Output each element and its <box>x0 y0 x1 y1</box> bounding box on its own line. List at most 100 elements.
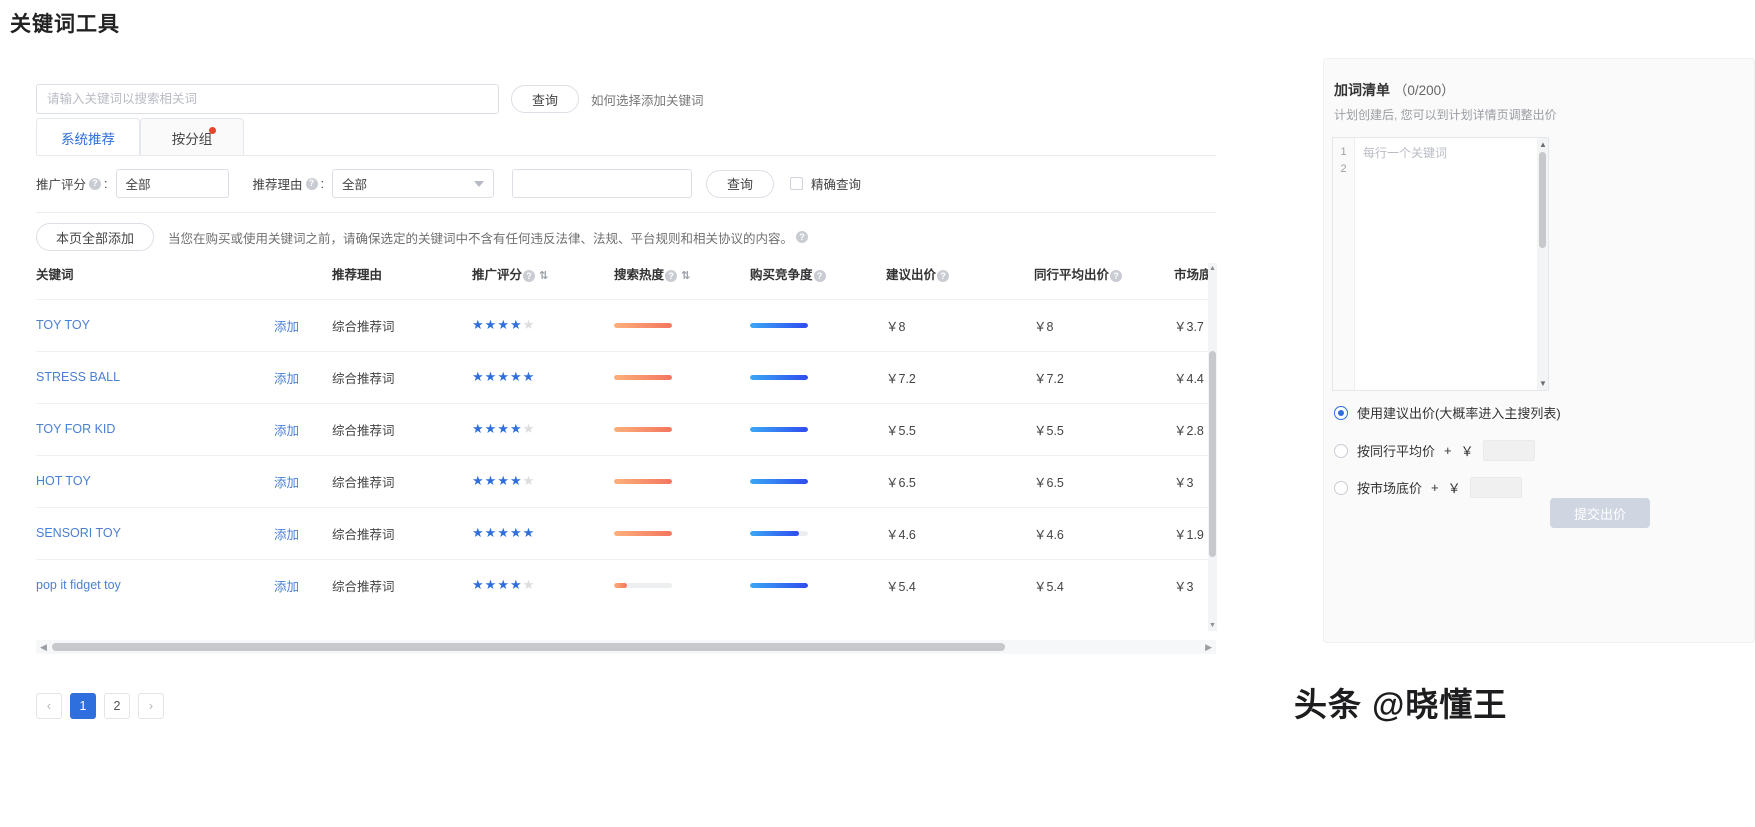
keyword-editor[interactable]: 1 2 每行一个关键词 ▲ ▼ <box>1332 137 1549 391</box>
bid-option-market-floor[interactable]: 按市场底价 + ￥ <box>1334 477 1522 498</box>
submit-bid-button[interactable]: 提交出价 <box>1550 498 1650 528</box>
exact-query-checkbox[interactable] <box>790 177 803 190</box>
market-floor-value: ￥3 <box>1174 579 1194 594</box>
reason-text: 综合推荐词 <box>332 371 395 386</box>
how-to-choose-hint[interactable]: 如何选择添加关键词 <box>591 90 704 109</box>
cell-add[interactable]: 添加 <box>274 506 332 559</box>
cell-add[interactable]: 添加 <box>274 402 332 455</box>
line-number: 1 <box>1340 146 1347 158</box>
star-icon: ★ <box>484 369 498 384</box>
scroll-up-icon[interactable]: ▲ <box>1539 140 1547 149</box>
page-button-2[interactable]: 2 <box>104 693 130 719</box>
cell-add[interactable]: 添加 <box>274 298 332 351</box>
plus-sign: + <box>1431 480 1439 495</box>
help-icon[interactable]: ? <box>796 231 809 243</box>
keyword-link[interactable]: TOY FOR KID <box>36 422 115 436</box>
help-icon[interactable]: ? <box>1110 270 1123 282</box>
keyword-link[interactable]: TOY TOY <box>36 318 90 332</box>
keyword-link[interactable]: pop it fidget toy <box>36 578 121 592</box>
tab-system-recommend[interactable]: 系统推荐 <box>36 118 140 156</box>
cell-add[interactable]: 添加 <box>274 454 332 507</box>
page-button-1[interactable]: 1 <box>70 693 96 719</box>
line-number-gutter: 1 2 <box>1333 138 1355 390</box>
scroll-left-icon[interactable]: ◀ <box>40 642 47 653</box>
star-icon: ★ <box>497 473 510 488</box>
scrollbar-thumb[interactable] <box>1209 351 1216 557</box>
search-input[interactable] <box>36 84 499 114</box>
add-keyword-link[interactable]: 添加 <box>274 528 299 542</box>
keyword-link[interactable]: STRESS BALL <box>36 370 120 384</box>
col-header-keyword: 关键词 <box>36 263 274 299</box>
col-header-competition: 购买竞争度? <box>750 263 886 299</box>
help-icon[interactable]: ? <box>523 270 536 282</box>
cell-add[interactable]: 添加 <box>274 558 332 611</box>
col-header-suggested-bid-label: 建议出价 <box>886 267 937 282</box>
bid-option-suggested-label: 使用建议出价(大概率进入主搜列表) <box>1357 406 1561 421</box>
help-icon[interactable]: ? <box>665 270 678 282</box>
add-list-subtitle: 计划创建后, 您可以到计划详情页调整出价 <box>1334 108 1557 122</box>
add-all-on-page-button[interactable]: 本页全部添加 <box>36 223 154 251</box>
table-row: pop it fidget toy 添加 综合推荐词 ★★★★★ ￥5.4 ￥5.4 ￥3 <box>36 558 1216 611</box>
keyword-editor-body[interactable]: 每行一个关键词 ▲ ▼ <box>1355 138 1548 390</box>
suggested-bid-value: ￥8 <box>886 319 906 334</box>
reason-select[interactable]: 全部 <box>332 169 494 198</box>
cell-suggested-bid: ￥4.6 <box>886 506 1034 559</box>
cell-add[interactable]: 添加 <box>274 350 332 403</box>
add-keyword-link[interactable]: 添加 <box>274 476 299 490</box>
col-header-heat[interactable]: 搜索热度? ⇅ <box>614 263 750 299</box>
search-heat-bar <box>614 582 672 588</box>
keyword-link[interactable]: SENSORI TOY <box>36 526 121 540</box>
cell-keyword: STRESS BALL <box>36 350 274 403</box>
bid-option-suggested[interactable]: 使用建议出价(大概率进入主搜列表) <box>1334 403 1561 422</box>
sort-icon[interactable]: ⇅ <box>539 269 548 282</box>
help-icon[interactable]: ? <box>813 270 826 282</box>
col-header-score[interactable]: 推广评分? ⇅ <box>472 263 614 299</box>
radio-icon[interactable] <box>1334 405 1348 420</box>
add-keyword-link[interactable]: 添加 <box>274 424 299 438</box>
scrollbar-thumb[interactable] <box>1539 152 1546 248</box>
market-floor-offset-input[interactable] <box>1469 477 1522 498</box>
page-prev-button[interactable]: ‹ <box>36 693 62 719</box>
scroll-down-icon[interactable]: ▼ <box>1209 622 1216 629</box>
filter-query-button[interactable]: 查询 <box>706 169 774 198</box>
table-vertical-scrollbar[interactable]: ▲ ▼ <box>1208 263 1217 631</box>
keyword-filter-input[interactable] <box>512 169 692 198</box>
page-next-button[interactable]: › <box>138 693 164 719</box>
search-row: 查询 如何选择添加关键词 <box>36 84 704 114</box>
scroll-right-icon[interactable]: ▶ <box>1205 642 1212 653</box>
col-header-score-label: 推广评分 <box>472 267 523 282</box>
reason-text: 综合推荐词 <box>332 319 395 334</box>
help-icon[interactable]: ? <box>937 270 950 282</box>
scroll-down-icon[interactable]: ▼ <box>1539 379 1547 388</box>
add-keyword-link[interactable]: 添加 <box>274 320 299 334</box>
tab-by-group[interactable]: 按分组 <box>140 118 244 156</box>
table-horizontal-scrollbar[interactable]: ◀ ▶ <box>36 640 1216 654</box>
add-keyword-link[interactable]: 添加 <box>274 580 299 594</box>
col-header-reason-label: 推荐理由 <box>332 267 383 282</box>
search-query-button[interactable]: 查询 <box>511 85 579 113</box>
radio-icon[interactable] <box>1334 443 1348 458</box>
cell-suggested-bid: ￥6.5 <box>886 454 1034 507</box>
help-icon[interactable]: ? <box>305 177 318 190</box>
exact-query-label: 精确查询 <box>811 178 862 192</box>
promotion-score-select[interactable]: 全部 <box>115 169 229 198</box>
radio-icon[interactable] <box>1334 480 1348 495</box>
scrollbar-thumb[interactable] <box>52 643 1005 651</box>
table-row: TOY FOR KID 添加 综合推荐词 ★★★★★ ￥5.5 ￥5.5 ￥2.8 <box>36 402 1216 455</box>
bid-option-peer-average[interactable]: 按同行平均价 + ￥ <box>1334 440 1535 461</box>
score-stars: ★★★★★ <box>472 473 535 488</box>
cell-keyword: HOT TOY <box>36 454 274 507</box>
bid-option-market-floor-label: 按市场底价 <box>1357 481 1423 496</box>
keyword-link[interactable]: HOT TOY <box>36 474 91 488</box>
market-floor-value: ￥1.9 <box>1174 527 1204 542</box>
peer-average-offset-input[interactable] <box>1482 440 1535 461</box>
sort-icon[interactable]: ⇅ <box>681 269 690 282</box>
star-icon: ★ <box>497 577 510 593</box>
add-keyword-link[interactable]: 添加 <box>274 372 299 386</box>
table-row: SENSORI TOY 添加 综合推荐词 ★★★★★ ￥4.6 ￥4.6 ￥1.9 <box>36 506 1216 559</box>
star-icon: ★ <box>484 577 498 593</box>
peer-avg-bid-value: ￥5.5 <box>1034 423 1064 438</box>
editor-scrollbar[interactable]: ▲ ▼ <box>1537 138 1548 390</box>
help-icon[interactable]: ? <box>89 177 102 190</box>
scroll-up-icon[interactable]: ▲ <box>1209 265 1216 272</box>
